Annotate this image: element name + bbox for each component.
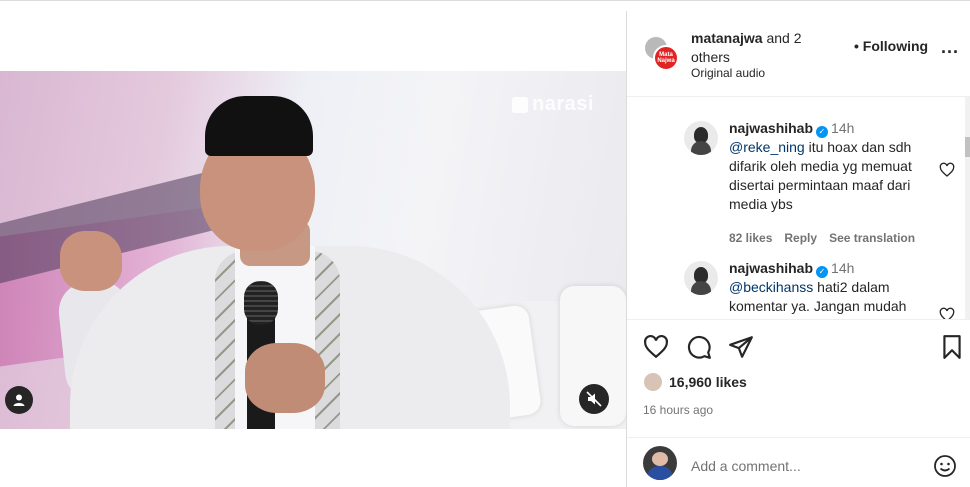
post-actions: 16,960 likes 16 hours ago bbox=[627, 319, 970, 437]
scrollbar-thumb[interactable] bbox=[965, 137, 970, 157]
comments-list[interactable]: najwashihab ✓ 14h @reke_ning itu hoax dan … bbox=[627, 97, 970, 319]
emoji-icon[interactable] bbox=[933, 454, 957, 478]
comment-time[interactable]: 14h bbox=[831, 260, 854, 276]
watermark-text: narasi bbox=[532, 93, 594, 115]
post-authors[interactable]: matanajwa and 2 others bbox=[691, 29, 821, 67]
person-icon bbox=[13, 394, 25, 406]
narasi-logo-icon bbox=[512, 96, 529, 113]
audio-label[interactable]: Original audio bbox=[691, 66, 765, 80]
commenter-avatar[interactable] bbox=[684, 261, 718, 295]
liker-avatar bbox=[643, 372, 663, 392]
likes-text[interactable]: 16,960 likes bbox=[669, 374, 747, 390]
speaker-hand bbox=[60, 231, 122, 291]
post-side-panel: Mata Najwa matanajwa and 2 others Origin… bbox=[626, 11, 970, 487]
tagged-users-button[interactable] bbox=[5, 386, 33, 414]
following-button[interactable]: • Following bbox=[854, 38, 928, 54]
reply-button[interactable]: Reply bbox=[784, 231, 817, 245]
like-heart-icon[interactable] bbox=[643, 334, 669, 360]
comments-scrollbar[interactable] bbox=[965, 97, 970, 319]
comment-mention[interactable]: @reke_ning bbox=[729, 139, 805, 155]
verified-badge-icon: ✓ bbox=[816, 266, 829, 278]
mute-button[interactable] bbox=[579, 384, 609, 414]
comment-text-block: najwashihab ✓ 14h @reke_ning itu hoax dan … bbox=[729, 119, 949, 214]
speaker-cap bbox=[205, 96, 313, 156]
brand-avatar[interactable]: Mata Najwa bbox=[653, 45, 679, 71]
comment-meta: 82 likes Reply See translation bbox=[729, 231, 927, 245]
verified-badge-icon: ✓ bbox=[816, 126, 829, 138]
post-dialog: narasi Mata Najwa matanajwa and 2 others bbox=[0, 0, 970, 487]
author-username[interactable]: matanajwa bbox=[691, 30, 763, 46]
comment-like-heart-icon[interactable] bbox=[939, 307, 955, 319]
media-column: narasi bbox=[0, 11, 626, 487]
speaker-muted-icon bbox=[586, 391, 602, 407]
more-options-button[interactable]: ... bbox=[941, 37, 959, 58]
likes-count[interactable]: 16,960 likes bbox=[643, 372, 747, 392]
comment-input[interactable]: Add a comment... bbox=[691, 458, 801, 474]
comment-bubble-icon[interactable] bbox=[686, 334, 712, 360]
comment-item: najwashihab ✓ 14h @reke_ning itu hoax dan … bbox=[684, 119, 935, 249]
current-user-avatar bbox=[643, 446, 677, 480]
brand-avatar-text: Mata Najwa bbox=[657, 52, 675, 64]
speaker-hand-holding-mic bbox=[245, 343, 325, 413]
comment-mention[interactable]: @beckihanss bbox=[729, 279, 813, 295]
post-timestamp[interactable]: 16 hours ago bbox=[643, 403, 713, 417]
comment-like-heart-icon[interactable] bbox=[939, 162, 955, 178]
save-bookmark-icon[interactable] bbox=[939, 334, 965, 360]
comment-item: najwashihab ✓ 14h @beckihanss hati2 dalam … bbox=[684, 259, 935, 319]
add-comment-bar: Add a comment... bbox=[627, 437, 970, 487]
comment-username[interactable]: najwashihab bbox=[729, 120, 813, 136]
video-player[interactable]: narasi bbox=[0, 71, 626, 429]
narasi-watermark: narasi bbox=[512, 93, 594, 116]
post-header: Mata Najwa matanajwa and 2 others Origin… bbox=[627, 11, 970, 97]
comment-time[interactable]: 14h bbox=[831, 120, 854, 136]
comment-text-block: najwashihab ✓ 14h @beckihanss hati2 dalam … bbox=[729, 259, 949, 316]
microphone-head bbox=[244, 281, 278, 325]
share-send-icon[interactable] bbox=[728, 334, 754, 360]
see-translation-button[interactable]: See translation bbox=[829, 231, 915, 245]
comment-username[interactable]: najwashihab bbox=[729, 260, 813, 276]
commenter-avatar[interactable] bbox=[684, 121, 718, 155]
comment-likes[interactable]: 82 likes bbox=[729, 231, 772, 245]
